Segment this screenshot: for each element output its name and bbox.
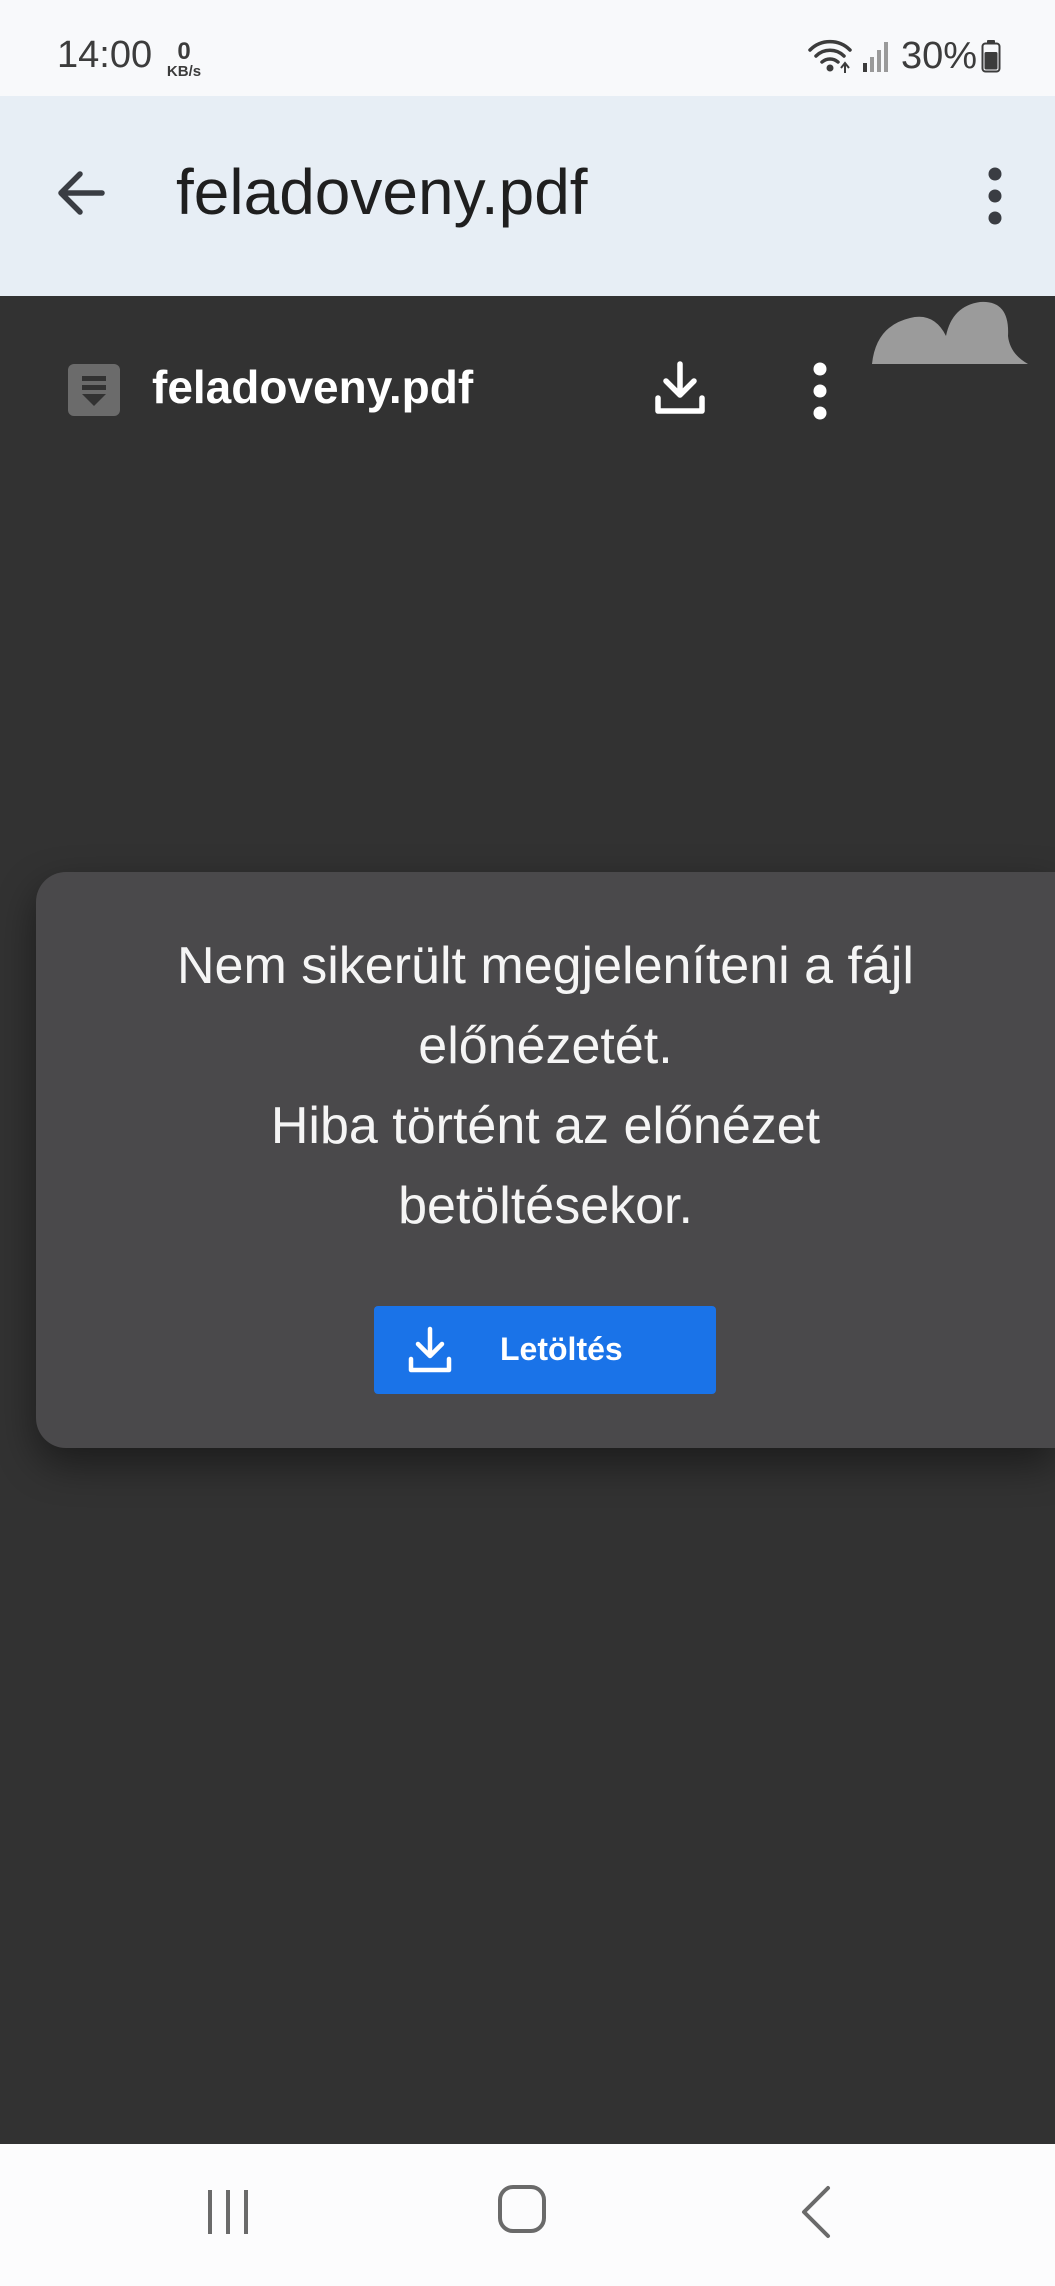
error-message-line: Hiba történt az előnézet — [270, 1097, 821, 1155]
app-bar-title: feladoveny.pdf — [176, 156, 588, 228]
battery-percent: 30% — [900, 35, 977, 77]
network-speed: 0 KB/s — [164, 38, 204, 80]
home-icon[interactable] — [496, 2182, 550, 2236]
status-bar: 14:00 0 KB/s 30% — [0, 0, 1055, 96]
cloud-decoration — [870, 296, 1030, 371]
error-message: Nem sikerült megjeleníteni a fájl előnéz… — [36, 926, 1055, 1246]
error-message-line: Nem sikerült megjeleníteni a fájl — [177, 937, 914, 995]
file-viewer: feladoveny.pdf Nem sikerült megjeleníten… — [0, 296, 1055, 2144]
back-arrow-icon[interactable] — [50, 160, 116, 226]
error-message-line: előnézetét. — [418, 1017, 673, 1075]
battery-icon — [981, 39, 1001, 73]
more-vert-icon[interactable] — [965, 156, 1025, 236]
app-bar: feladoveny.pdf — [0, 96, 1055, 296]
file-header: feladoveny.pdf — [0, 296, 1055, 486]
recents-icon[interactable] — [200, 2184, 256, 2240]
download-button[interactable]: Letöltés — [374, 1306, 716, 1394]
network-speed-unit: KB/s — [166, 63, 202, 80]
more-vert-icon[interactable] — [800, 356, 840, 426]
signal-icon — [861, 39, 891, 73]
document-icon — [68, 364, 120, 416]
network-speed-value: 0 — [177, 38, 191, 65]
system-nav-bar — [0, 2144, 1055, 2286]
wifi-icon — [807, 38, 853, 74]
download-button-label: Letöltés — [500, 1331, 623, 1367]
back-icon[interactable] — [796, 2184, 836, 2240]
error-message-line: betöltésekor. — [398, 1177, 693, 1235]
status-time: 14:00 — [57, 34, 153, 76]
status-icons: 30% — [807, 36, 1001, 76]
download-icon — [404, 1324, 456, 1376]
file-name: feladoveny.pdf — [152, 361, 474, 413]
download-icon[interactable] — [648, 356, 712, 420]
